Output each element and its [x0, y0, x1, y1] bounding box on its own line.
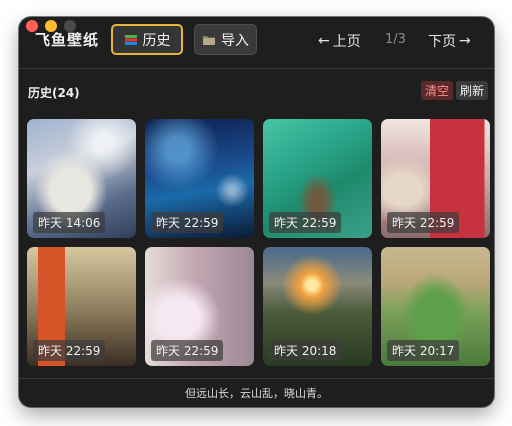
window-controls — [26, 20, 76, 32]
timestamp-badge: 昨天 20:17 — [387, 340, 460, 361]
wallpaper-thumbnail[interactable]: 昨天 20:17 — [381, 247, 490, 366]
clear-history-button[interactable]: 清空 — [421, 81, 454, 100]
wallpaper-thumbnail[interactable]: 昨天 22:59 — [145, 119, 254, 238]
wallpaper-thumbnail[interactable]: 昨天 14:06 — [27, 119, 136, 238]
minimize-window-button[interactable] — [45, 20, 57, 32]
prev-page-button[interactable]: ← 上页 — [318, 31, 361, 51]
prev-page-label: 上页 — [332, 34, 361, 50]
timestamp-badge: 昨天 20:18 — [269, 340, 342, 361]
arrow-left-icon: ← — [318, 33, 330, 49]
wallpaper-thumbnail[interactable]: 昨天 22:59 — [381, 119, 490, 238]
page-indicator: 1/3 — [385, 32, 406, 47]
refresh-button[interactable]: 刷新 — [456, 81, 489, 100]
toolbar: 飞鱼壁纸 历史 导入 ← 上页 1/3 下页 → — [19, 17, 494, 65]
wallpaper-thumbnail[interactable]: 昨天 22:59 — [263, 119, 372, 238]
timestamp-badge: 昨天 14:06 — [33, 212, 106, 233]
folder-icon — [202, 34, 216, 46]
section-title: 历史(24) — [28, 86, 80, 100]
wallpaper-thumbnail[interactable]: 昨天 22:59 — [27, 247, 136, 366]
app-title: 飞鱼壁纸 — [35, 31, 100, 49]
wallpaper-thumbnail[interactable]: 昨天 22:59 — [145, 247, 254, 366]
timestamp-badge: 昨天 22:59 — [151, 212, 224, 233]
import-button[interactable]: 导入 — [194, 24, 257, 55]
history-button-label: 历史 — [142, 32, 171, 49]
wallpaper-thumbnail[interactable]: 昨天 20:18 — [263, 247, 372, 366]
footer-quote: 但远山长，云山乱，晓山青。 — [185, 387, 328, 400]
close-window-button[interactable] — [26, 20, 38, 32]
timestamp-badge: 昨天 22:59 — [151, 340, 224, 361]
zoom-window-button[interactable] — [64, 20, 76, 32]
timestamp-badge: 昨天 22:59 — [269, 212, 342, 233]
app-window: 飞鱼壁纸 历史 导入 ← 上页 1/3 下页 → 历史(24) 清空 刷新 昨天… — [19, 17, 494, 407]
next-page-button[interactable]: 下页 → — [428, 31, 471, 51]
toolbar-divider — [19, 68, 494, 69]
import-button-label: 导入 — [221, 32, 249, 49]
arrow-right-icon: → — [459, 33, 471, 49]
history-button[interactable]: 历史 — [111, 24, 183, 55]
timestamp-badge: 昨天 22:59 — [387, 212, 460, 233]
next-page-label: 下页 — [428, 34, 456, 50]
timestamp-badge: 昨天 22:59 — [33, 340, 106, 361]
books-icon — [124, 34, 138, 46]
